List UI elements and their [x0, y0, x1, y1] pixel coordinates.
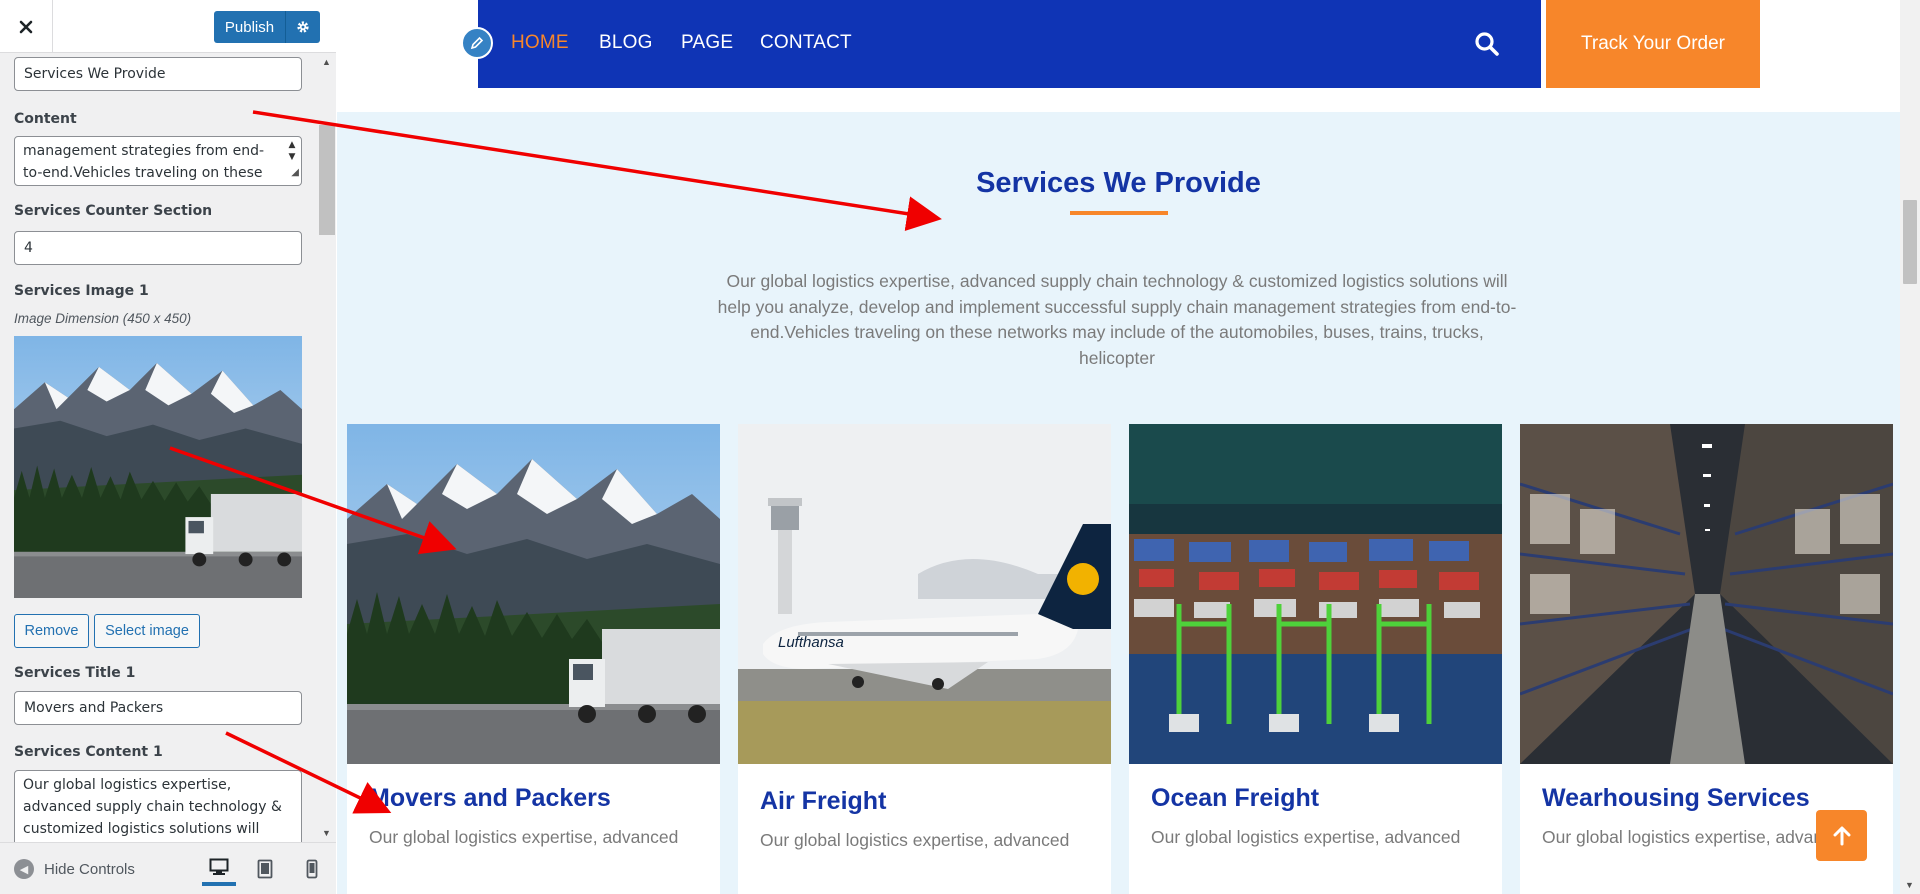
content-textarea[interactable]: management strategies from end- to-end.V… [14, 136, 302, 186]
image1-preview[interactable] [14, 336, 302, 598]
preview-desktop-button[interactable] [202, 852, 236, 886]
nav-contact[interactable]: CONTACT [760, 32, 852, 54]
search-button[interactable] [1474, 31, 1500, 62]
textarea-spinner[interactable]: ▲ ▼ [285, 139, 299, 163]
services-title: Services We Provide [976, 167, 1261, 199]
image1-label: Services Image 1 [14, 283, 149, 299]
title-underline [1070, 211, 1168, 215]
service-image: Lufthansa [738, 424, 1111, 764]
section-title-value: Services We Provide [24, 66, 166, 82]
customizer-footer: ◀ Hide Controls [0, 842, 336, 894]
nav-page[interactable]: PAGE [681, 32, 733, 54]
publish-label: Publish [214, 11, 286, 43]
close-icon [19, 20, 33, 33]
service-card-title[interactable]: Movers and Packers [369, 784, 611, 813]
sidebar-scrollbar[interactable]: ▲ ▼ [318, 53, 336, 842]
close-customizer-button[interactable] [0, 0, 53, 53]
scroll-to-top-button[interactable] [1816, 810, 1867, 861]
title1-input[interactable]: Movers and Packers [14, 691, 302, 725]
content1-label: Services Content 1 [14, 744, 163, 760]
nav-home[interactable]: HOME [511, 32, 569, 54]
arrow-up-icon [1833, 826, 1850, 845]
service-card[interactable]: Lufthansa Air Freight Our global logisti… [738, 424, 1111, 894]
remove-image-button[interactable]: Remove [14, 614, 89, 648]
nav-blog[interactable]: BLOG [599, 32, 653, 54]
select-image-button[interactable]: Select image [94, 614, 200, 648]
title1-label: Services Title 1 [14, 665, 136, 681]
service-card-text: Our global logistics expertise, advanced [1542, 827, 1852, 847]
content-line: management strategies from end- [23, 143, 265, 159]
gear-icon [297, 21, 309, 33]
service-card-text: Our global logistics expertise, advanced [369, 827, 679, 847]
service-card-text: Our global logistics expertise, advanced [1151, 827, 1461, 847]
content1-line: customized logistics solutions will help [23, 821, 260, 837]
edit-shortcut-button[interactable] [461, 27, 493, 59]
pencil-icon [470, 36, 484, 50]
scroll-down-arrow-icon[interactable]: ▼ [1905, 880, 1914, 890]
mobile-icon [306, 859, 318, 879]
preview-tablet-button[interactable] [248, 852, 282, 886]
content-line: to-end.Vehicles traveling on these [23, 165, 263, 181]
content1-line: Our global logistics expertise, [23, 777, 232, 793]
counter-input[interactable]: 4 [14, 231, 302, 265]
tablet-icon [257, 859, 273, 879]
customizer-sidebar: Publish Services We Provide Content mana… [0, 0, 336, 894]
service-card[interactable]: Ocean Freight Our global logistics exper… [1129, 424, 1502, 894]
content1-textarea[interactable]: Our global logistics expertise, advanced… [14, 770, 302, 842]
publish-settings-button[interactable] [286, 11, 320, 43]
track-order-button[interactable]: Track Your Order [1546, 0, 1760, 88]
customizer-header: Publish [0, 0, 336, 53]
warehouse-image [1520, 424, 1893, 764]
service-card-title[interactable]: Wearhousing Services [1542, 784, 1810, 813]
title1-value: Movers and Packers [24, 700, 164, 716]
hide-controls-label: Hide Controls [44, 860, 135, 878]
service-card-title[interactable]: Air Freight [760, 787, 886, 816]
publish-button[interactable]: Publish [214, 11, 320, 43]
sidebar-scroll-thumb[interactable] [319, 125, 335, 235]
search-icon [1475, 32, 1499, 56]
counter-label: Services Counter Section [14, 203, 213, 219]
main-navbar: HOME BLOG PAGE CONTACT [478, 0, 1541, 88]
service-card-title[interactable]: Ocean Freight [1151, 784, 1319, 813]
mountain-truck-image [14, 336, 302, 598]
section-title-input[interactable]: Services We Provide [14, 57, 302, 91]
service-card[interactable]: Movers and Packers Our global logistics … [347, 424, 720, 894]
hide-controls-button[interactable]: ◀ Hide Controls [14, 855, 135, 883]
content1-line: advanced supply chain technology & [23, 799, 282, 815]
preview-mobile-button[interactable] [295, 852, 329, 886]
customizer-controls: Services We Provide Content management s… [0, 53, 318, 842]
preview-scrollbar[interactable]: ▼ [1900, 0, 1920, 894]
site-preview: HOME BLOG PAGE CONTACT Track Your Order … [337, 0, 1920, 894]
service-image [1129, 424, 1502, 764]
airplane-image: Lufthansa [738, 424, 1111, 764]
image1-dimension: Image Dimension (450 x 450) [14, 311, 192, 326]
services-section: Services We Provide Our global logistics… [337, 112, 1900, 894]
counter-value: 4 [24, 240, 33, 256]
service-image [347, 424, 720, 764]
content-label: Content [14, 111, 77, 127]
svg-text:Lufthansa: Lufthansa [778, 634, 844, 651]
collapse-arrow-icon: ◀ [14, 859, 34, 879]
mountain-truck-image [347, 424, 720, 764]
service-image [1520, 424, 1893, 764]
scroll-down-arrow-icon[interactable]: ▼ [322, 828, 331, 838]
services-description: Our global logistics expertise, advanced… [717, 271, 1517, 368]
resize-handle-icon[interactable]: ◢ [291, 162, 299, 184]
desktop-icon [209, 858, 229, 875]
preview-scroll-thumb[interactable] [1903, 200, 1917, 284]
service-card-text: Our global logistics expertise, advanced [760, 830, 1070, 850]
ocean-freight-image [1129, 424, 1502, 764]
scroll-up-arrow-icon[interactable]: ▲ [322, 57, 331, 67]
